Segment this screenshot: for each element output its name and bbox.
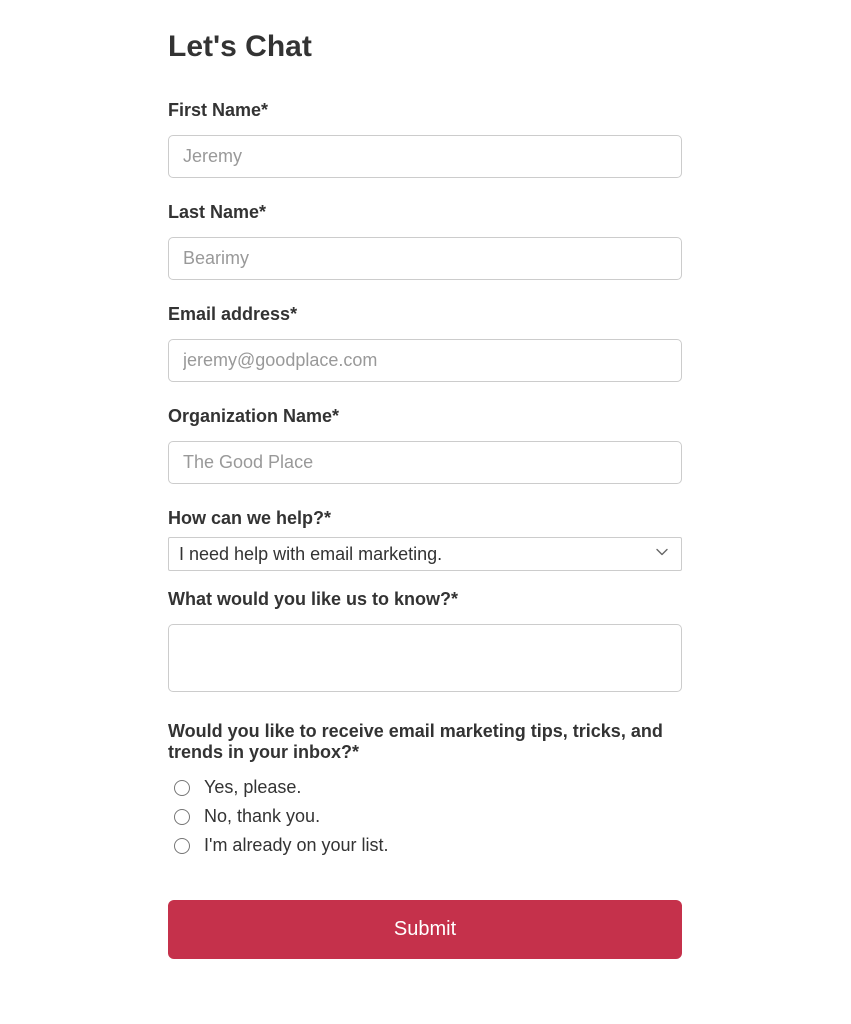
first-name-input[interactable] [168, 135, 682, 178]
form-title: Let's Chat [168, 30, 682, 64]
help-group: How can we help?* I need help with email… [168, 508, 682, 571]
subscribe-option-already[interactable]: I'm already on your list. [174, 835, 682, 856]
help-select[interactable]: I need help with email marketing. [168, 537, 682, 571]
message-textarea[interactable] [168, 624, 682, 692]
help-select-wrapper: I need help with email marketing. [168, 537, 682, 571]
last-name-label: Last Name* [168, 202, 682, 223]
subscribe-already-label: I'm already on your list. [204, 835, 389, 856]
contact-form: Let's Chat First Name* Last Name* Email … [168, 30, 682, 959]
subscribe-option-no[interactable]: No, thank you. [174, 806, 682, 827]
subscribe-label: Would you like to receive email marketin… [168, 721, 682, 763]
message-group: What would you like us to know?* [168, 589, 682, 697]
email-group: Email address* [168, 304, 682, 382]
subscribe-yes-label: Yes, please. [204, 777, 301, 798]
subscribe-group: Would you like to receive email marketin… [168, 721, 682, 856]
last-name-group: Last Name* [168, 202, 682, 280]
last-name-input[interactable] [168, 237, 682, 280]
organization-label: Organization Name* [168, 406, 682, 427]
subscribe-radio-already[interactable] [174, 838, 190, 854]
help-label: How can we help?* [168, 508, 682, 529]
subscribe-no-label: No, thank you. [204, 806, 320, 827]
organization-input[interactable] [168, 441, 682, 484]
organization-group: Organization Name* [168, 406, 682, 484]
subscribe-radio-yes[interactable] [174, 780, 190, 796]
first-name-group: First Name* [168, 100, 682, 178]
subscribe-option-yes[interactable]: Yes, please. [174, 777, 682, 798]
email-input[interactable] [168, 339, 682, 382]
subscribe-radio-no[interactable] [174, 809, 190, 825]
submit-button[interactable]: Submit [168, 900, 682, 959]
message-label: What would you like us to know?* [168, 589, 682, 610]
email-label: Email address* [168, 304, 682, 325]
first-name-label: First Name* [168, 100, 682, 121]
subscribe-radio-group: Yes, please. No, thank you. I'm already … [168, 777, 682, 856]
